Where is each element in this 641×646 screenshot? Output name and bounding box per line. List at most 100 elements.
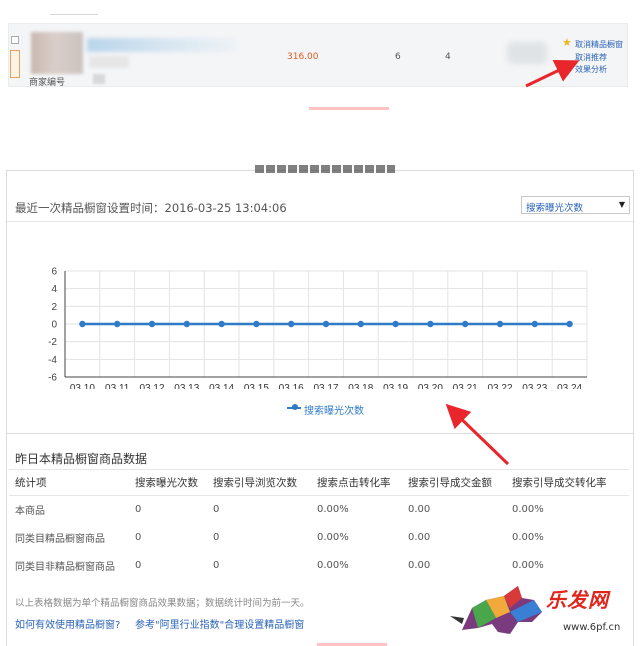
header-cell: 搜索曝光次数 (129, 469, 207, 496)
header-cell: 搜索引导浏览次数 (207, 469, 311, 496)
x-tick-label: 03.18 (348, 383, 373, 389)
table-cell: 0.00 (408, 532, 431, 543)
data-point (531, 320, 538, 328)
effect-analysis-panel: 最近一次精品橱窗设置时间：2016-03-25 13:04:06 搜索曝光次数 … (6, 165, 634, 646)
stats-footnote: 以上表格数据为单个精品橱窗商品效果数据；数据统计时间为前一天。 (15, 598, 310, 609)
x-tick-label: 03.20 (418, 383, 443, 389)
table-cell: 0.00% (317, 532, 349, 543)
y-tick-label: -4 (48, 355, 57, 366)
table-cell: 同类目非精品橱窗商品 (15, 562, 115, 573)
product-checkbox[interactable] (11, 36, 19, 44)
table-cell: 0.00% (512, 532, 544, 543)
help-link-usage[interactable]: 如何有效使用精品橱窗? (15, 616, 120, 631)
y-tick-label: 0 (51, 320, 57, 331)
watermark-title: 乐发网 (546, 588, 609, 612)
legend-label[interactable]: 搜索曝光次数 (304, 402, 364, 417)
y-tick-label: 4 (51, 284, 57, 295)
table-cell: 0.00 (408, 504, 431, 516)
x-tick-label: 03.23 (522, 383, 547, 389)
table-cell: 0.00% (512, 504, 544, 516)
y-tick-label: 2 (51, 302, 57, 313)
data-point (288, 320, 295, 328)
table-row: 本商品 0 0 0.00% 0.00 0.00% (9, 496, 629, 524)
divider (7, 221, 633, 222)
x-tick-label: 03.24 (557, 383, 582, 389)
table-cell: 0 (135, 532, 142, 543)
header-cell: 搜索引导成交转化率 (506, 469, 629, 496)
table-cell: 0 (135, 504, 142, 516)
x-tick-label: 03.22 (487, 383, 512, 389)
x-tick-label: 03.19 (383, 383, 408, 389)
star-icon: ★ (562, 36, 572, 49)
data-point (322, 320, 330, 328)
header-cell: 搜索引导成交金额 (402, 469, 506, 496)
data-point (566, 320, 573, 328)
x-tick-label: 03.21 (453, 383, 478, 389)
table-cell: 0 (135, 560, 142, 571)
table-cell: 0 (213, 560, 220, 571)
table-row: 同类目非精品橱窗商品 0 0 0.00% 0.00 0.00% (9, 552, 629, 580)
product-count-2: 4 (445, 52, 451, 62)
product-thumbnail[interactable] (31, 32, 83, 74)
product-price: 316.00 (287, 52, 319, 62)
y-tick-label: -6 (48, 373, 57, 384)
header-cell: 统计项 (9, 469, 129, 496)
data-point (183, 320, 190, 328)
stats-section-title: 昨日本精品橱窗商品数据 (15, 452, 148, 466)
table-cell: 0 (213, 504, 220, 516)
x-tick-label: 03.14 (209, 383, 234, 389)
last-set-time: 最近一次精品橱窗设置时间：2016-03-25 13:04:06 (15, 201, 287, 215)
data-point (357, 320, 364, 328)
x-tick-label: 03.11 (105, 383, 130, 389)
data-point (462, 320, 469, 328)
line-chart: 6 4 2 0 -2 -4 -6 03.10 03.11 03.12 03.13 03.14 03.15… (48, 267, 588, 389)
y-tick-label: -2 (48, 337, 57, 348)
table-cell: 0 (213, 532, 220, 543)
metric-select-value: 搜索曝光次数 (526, 203, 584, 214)
y-tick-label: 6 (51, 267, 57, 278)
data-point (218, 320, 225, 328)
panel-title-cropped (255, 165, 395, 177)
dropdown-arrow-icon[interactable]: ▼ (619, 200, 625, 209)
legend-marker (292, 404, 298, 410)
data-point (79, 320, 86, 328)
cropped-red-text (309, 104, 389, 111)
divider (7, 433, 633, 434)
table-cell: 0.00 (408, 560, 431, 571)
data-point (392, 320, 399, 328)
top-tab-line (50, 14, 98, 15)
product-meta-blurred-2 (93, 74, 105, 84)
cancel-recommend-link[interactable]: 取消推荐 (575, 52, 607, 63)
data-point (496, 320, 504, 328)
data-point (253, 320, 260, 328)
side-tag (10, 50, 20, 78)
watermark-url: www.6pf.cn (563, 622, 621, 633)
table-cell: 本商品 (15, 506, 45, 518)
table-cell: 0.00% (317, 504, 349, 516)
x-tick-label: 03.10 (70, 383, 95, 389)
x-tick-label: 03.13 (174, 383, 199, 389)
header-cell: 搜索点击转化率 (311, 469, 402, 496)
table-cell: 0.00% (317, 560, 349, 571)
product-meta-blurred (89, 56, 129, 68)
product-row: 商家编号 316.00 6 4 ★ 取消精品橱窗 取消推荐 效果分析 (8, 23, 628, 110)
stats-header-row: 统计项 搜索曝光次数 搜索引导浏览次数 搜索点击转化率 搜索引导成交金额 搜索引… (9, 469, 629, 496)
data-point (114, 320, 121, 328)
table-row: 同类目精品橱窗商品 0 0 0.00% 0.00 0.00% (9, 524, 629, 552)
help-link-industry-index[interactable]: 参考"阿里行业指数"合理设置精品橱窗 (135, 616, 304, 631)
product-title-blurred[interactable] (87, 38, 237, 52)
effect-analysis-link[interactable]: 效果分析 (575, 64, 607, 75)
shop-label: 商家编号 (29, 78, 66, 88)
x-tick-label: 03.15 (244, 383, 269, 389)
cropped-red-text (317, 641, 387, 646)
metric-select[interactable]: 搜索曝光次数 ▼ (521, 196, 630, 214)
x-tick-label: 03.17 (313, 383, 338, 389)
blurred-cell (507, 42, 547, 64)
product-count-1: 6 (395, 52, 401, 62)
cancel-window-link[interactable]: 取消精品橱窗 (575, 39, 623, 50)
data-point (148, 320, 156, 328)
x-tick-label: 03.16 (279, 383, 304, 389)
stats-table: 统计项 搜索曝光次数 搜索引导浏览次数 搜索点击转化率 搜索引导成交金额 搜索引… (9, 469, 629, 580)
data-point (427, 320, 434, 328)
table-cell: 同类目精品橱窗商品 (15, 534, 105, 545)
